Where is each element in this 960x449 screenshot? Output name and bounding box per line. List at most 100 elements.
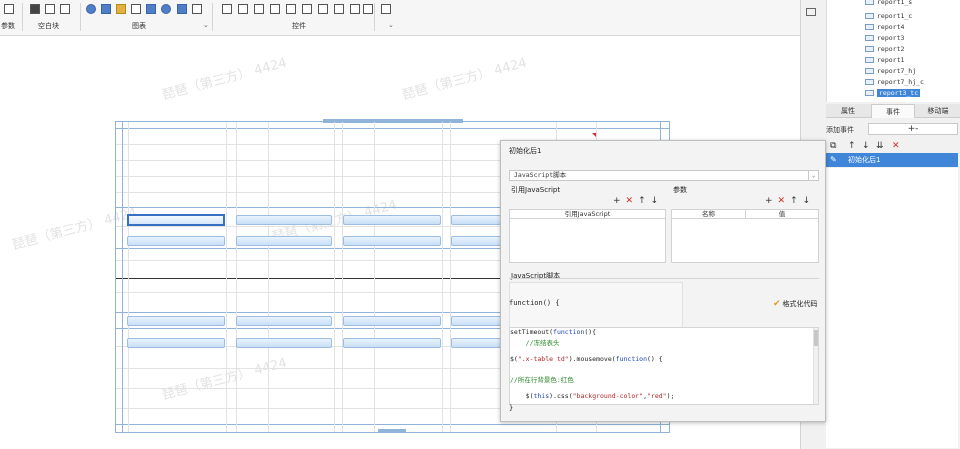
code-line: $(".x-table td").mousemove(function() { [510,355,663,363]
date-widget-icon[interactable] [286,4,296,14]
move-up-icon[interactable]: ↑ [848,140,856,152]
list-widget-icon[interactable] [350,4,360,14]
dropdown-widget-icon[interactable] [254,4,264,14]
tab-attributes[interactable]: 属性 [826,104,870,118]
ref-js-toolbar: + ✕ ↑ ↓ [613,196,663,206]
grid-cell-button[interactable] [451,338,501,348]
line-chart-icon[interactable] [131,4,141,14]
grid-cell-button[interactable] [236,338,332,348]
gauge-chart-icon[interactable] [161,4,171,14]
parameter-icon[interactable] [4,4,14,14]
table-icon [865,78,874,85]
script-type-select[interactable]: JavaScript脚本 ⌄ [509,170,819,181]
bar-chart-icon[interactable] [101,4,111,14]
params-label: 参数 [673,186,687,194]
delete-icon[interactable]: ✕ [626,196,634,206]
grid-cell-button[interactable] [451,316,501,326]
cell-marker-icon [592,133,596,137]
grid-col-line [442,122,443,432]
grid-cell-button[interactable] [343,316,441,326]
grid-cell-button[interactable] [236,215,332,225]
group-label-blank: 空白块 [38,22,59,30]
pie-chart-icon[interactable] [86,4,96,14]
ref-js-table[interactable]: 引用JavaScript [509,209,666,263]
move-down-icon[interactable]: ↓ [862,140,870,152]
move-up-icon[interactable]: ↑ [790,196,798,206]
params-table[interactable]: 名称 值 [671,209,819,263]
ref-js-label: 引用JavaScript [511,186,561,194]
button-widget-icon[interactable] [238,4,248,14]
tab-block-icon[interactable] [60,4,70,14]
table-icon [865,12,874,19]
dataset-item[interactable]: report4 [865,22,955,31]
ribbon-separator [374,3,375,31]
grid-cell-button[interactable] [236,316,332,326]
grid-widget-icon[interactable] [363,4,373,14]
table-icon [865,67,874,74]
dialog-divider [509,278,819,279]
grid-cell-button[interactable] [127,316,225,326]
delete-icon[interactable]: ✕ [892,140,900,152]
sort-icon[interactable]: ⇊ [876,140,884,152]
event-item-selected[interactable]: ✎ 初始化后1 [826,153,958,167]
dataset-item[interactable]: report1_c [865,11,955,20]
script-type-value: JavaScript脚本 [514,171,567,179]
grid-col-line [450,122,451,432]
combo-widget-icon[interactable] [270,4,280,14]
grid-cell-button[interactable] [451,236,501,246]
add-icon[interactable]: + [765,196,773,206]
format-code-button[interactable]: ✔ 格式化代码 [773,299,818,309]
param-name-column-header: 名称 [672,210,746,219]
delete-icon[interactable]: ✕ [778,196,786,206]
checkbox-widget-icon[interactable] [334,4,344,14]
chart-group-caret[interactable]: ⌄ [203,21,209,29]
tab-mobile[interactable]: 移动端 [916,104,960,118]
dataset-item-selected[interactable]: report3_tc [865,88,955,97]
group-label-parameter: 参数 [1,22,15,30]
widget-group-caret[interactable]: ⌄ [388,21,394,29]
grid-bottom-handle[interactable] [378,429,406,433]
ref-js-column-header: 引用JavaScript [510,210,665,219]
panel-layout-icon[interactable] [806,8,816,16]
tab-events[interactable]: 事件 [871,104,915,118]
split-block-icon[interactable] [45,4,55,14]
copy-icon[interactable]: ⧉ [830,140,836,152]
grid-col-line [342,122,343,432]
selected-cell[interactable] [127,214,225,226]
dataset-item[interactable]: report1_s [865,0,955,6]
panel-tabs: 属性 事件 移动端 [826,104,960,118]
group-label-widget: 控件 [292,22,306,30]
move-down-icon[interactable]: ↓ [651,196,659,206]
more-charts-icon[interactable] [192,4,202,14]
grid-cell-button[interactable] [127,338,225,348]
grid-col-line [334,122,335,432]
move-down-icon[interactable]: ↓ [803,196,811,206]
grid-cell-button[interactable] [343,215,441,225]
add-icon[interactable]: + [613,196,621,206]
grid-cell-button[interactable] [451,215,501,225]
check-icon: ✔ [773,299,781,309]
map-chart-icon[interactable] [177,4,187,14]
search-widget-icon[interactable] [381,4,391,14]
move-up-icon[interactable]: ↑ [638,196,646,206]
dataset-item[interactable]: report3 [865,33,955,42]
code-editor[interactable]: setTimeout(function(){ //冻结表头 $(".x-tabl… [509,327,819,405]
tree-widget-icon[interactable] [318,4,328,14]
text-widget-icon[interactable] [222,4,232,14]
area-chart-icon[interactable] [146,4,156,14]
dataset-item[interactable]: report1 [865,55,955,64]
grid-cell-button[interactable] [236,236,332,246]
horizontal-bar-chart-icon[interactable] [116,4,126,14]
dataset-item[interactable]: report7_hj_c [865,77,955,86]
grid-cell-button[interactable] [343,236,441,246]
dataset-item[interactable]: report7_hj [865,66,955,75]
add-event-button[interactable]: +- [868,123,958,135]
dataset-item[interactable]: report2 [865,44,955,53]
chevron-down-icon[interactable]: ⌄ [808,171,818,180]
grid-cell-button[interactable] [127,236,225,246]
scrollbar-thumb[interactable] [814,330,818,346]
grid-cell-button[interactable] [343,338,441,348]
number-widget-icon[interactable] [302,4,312,14]
block-icon[interactable] [30,4,40,14]
code-scrollbar[interactable] [813,328,818,404]
